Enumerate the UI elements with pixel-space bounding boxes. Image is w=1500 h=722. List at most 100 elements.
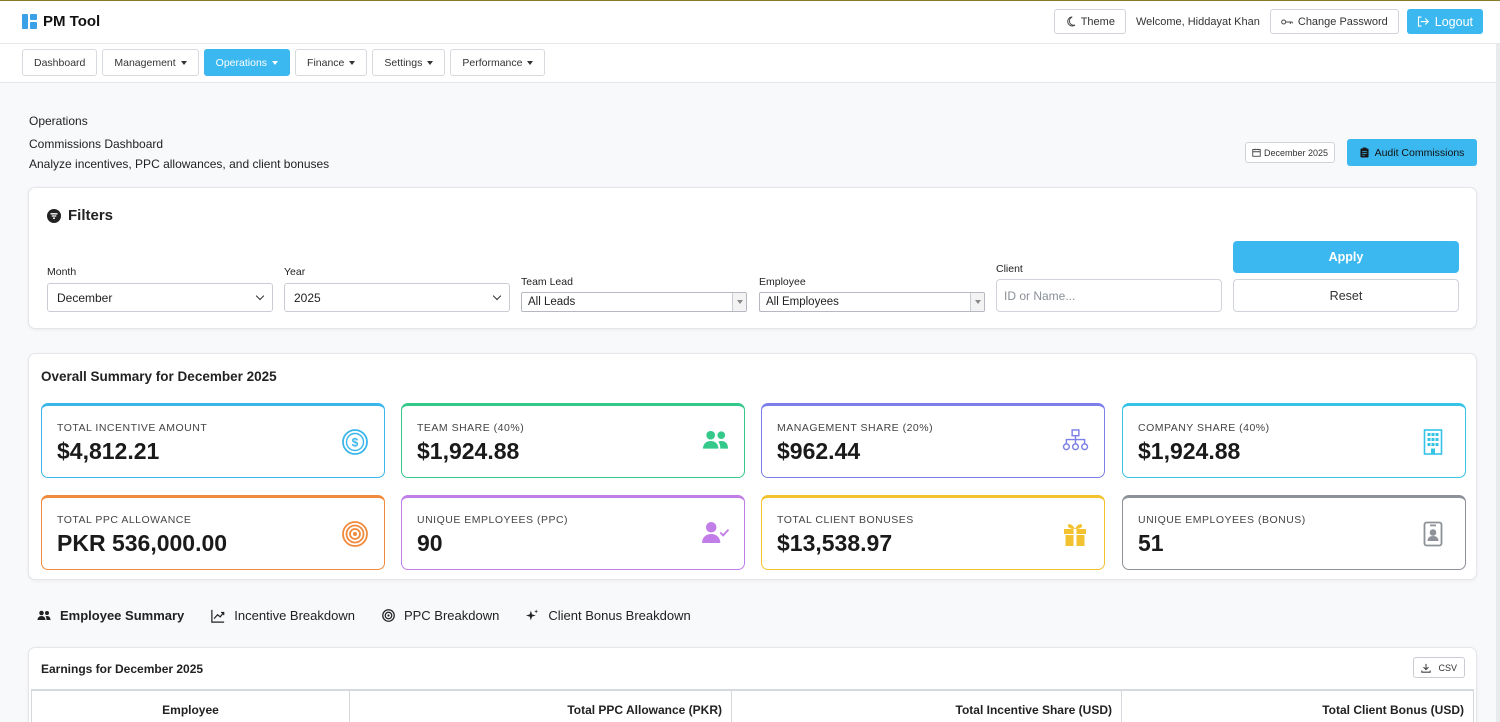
nav-item-finance[interactable]: Finance	[295, 49, 368, 76]
summary-title: Overall Summary for December 2025	[41, 369, 277, 384]
nav-item-label: Management	[114, 56, 176, 69]
tab-incentive-breakdown[interactable]: Incentive Breakdown	[211, 608, 355, 623]
client-placeholder: ID or Name...	[1004, 288, 1076, 303]
employee-value: All Employees	[766, 296, 839, 308]
column-header[interactable]: Employee	[31, 691, 350, 722]
key-icon	[1281, 19, 1293, 24]
stat-card: UNIQUE EMPLOYEES (BONUS) 51	[1122, 495, 1466, 570]
gift-icon	[1062, 521, 1088, 547]
change-password-button[interactable]: Change Password	[1269, 9, 1399, 34]
filters-panel: Filters Month December Year 2025 Team Le…	[28, 187, 1477, 329]
tab-client-bonus-breakdown[interactable]: Client Bonus Breakdown	[526, 608, 691, 623]
target-icon	[382, 609, 395, 622]
column-header[interactable]: Total PPC Allowance (PKR)	[350, 691, 732, 722]
stat-value: $1,924.88	[1138, 438, 1241, 464]
logout-icon	[1417, 16, 1429, 27]
stat-card: COMPANY SHARE (40%) $1,924.88	[1122, 403, 1466, 478]
caret-down-icon	[427, 60, 434, 65]
month-value: December	[57, 290, 113, 305]
logout-label: Logout	[1434, 14, 1473, 29]
tab-label: PPC Breakdown	[403, 608, 500, 623]
column-header[interactable]: Total Client Bonus (USD)	[1122, 691, 1474, 722]
tab-ppc-breakdown[interactable]: PPC Breakdown	[382, 608, 499, 623]
dropdown-arrow-icon	[732, 293, 746, 311]
csv-label: CSV	[1438, 662, 1457, 673]
id-badge-icon	[1423, 521, 1449, 547]
calendar-icon	[1252, 148, 1261, 157]
nav-item-dashboard[interactable]: Dashboard	[22, 49, 98, 76]
column-header[interactable]: Total Incentive Share (USD)	[732, 691, 1122, 722]
reset-button[interactable]: Reset	[1233, 279, 1459, 312]
change-password-label: Change Password	[1297, 15, 1388, 28]
stat-label: MANAGEMENT SHARE (20%)	[777, 422, 934, 434]
chart-line-icon	[211, 609, 225, 623]
month-select[interactable]: December	[47, 283, 273, 312]
breakdown-tabs: Employee Summary Incentive Breakdown PPC B…	[37, 608, 691, 623]
stat-value: $1,924.88	[417, 438, 520, 464]
breadcrumb: Operations	[29, 114, 88, 128]
team-lead-value: All Leads	[528, 296, 576, 308]
tab-label: Incentive Breakdown	[234, 608, 355, 623]
caret-down-icon	[272, 60, 279, 65]
earnings-panel: Earnings for December 2025 CSV Employee T…	[28, 647, 1477, 722]
nav-item-operations[interactable]: Operations	[203, 49, 291, 76]
nav-item-management[interactable]: Management	[102, 49, 199, 76]
app-logo-icon	[22, 14, 37, 29]
stat-value: 51	[1138, 530, 1164, 556]
sitemap-icon	[1062, 429, 1089, 455]
dropdown-arrow-icon	[970, 293, 984, 311]
stat-label: UNIQUE EMPLOYEES (PPC)	[417, 514, 569, 526]
nav-item-label: Dashboard	[34, 56, 86, 69]
year-label: Year	[284, 266, 306, 278]
theme-button[interactable]: Theme	[1053, 9, 1126, 34]
app-title: PM Tool	[43, 13, 101, 30]
scrollbar[interactable]	[1496, 44, 1500, 722]
moon-icon	[1066, 16, 1075, 27]
top-bar: PM Tool Theme Welcome, Hiddayat Khan Cha…	[0, 0, 1500, 44]
caret-down-icon	[527, 60, 534, 65]
stat-label: COMPANY SHARE (40%)	[1138, 422, 1270, 434]
stat-card: TOTAL CLIENT BONUSES $13,538.97	[761, 495, 1105, 570]
month-badge-label: December 2025	[1264, 147, 1329, 158]
apply-button[interactable]: Apply	[1233, 241, 1459, 273]
overall-summary-panel: Overall Summary for December 2025 TOTAL …	[28, 353, 1477, 580]
month-badge: December 2025	[1245, 142, 1336, 163]
earnings-title: Earnings for December 2025	[41, 662, 204, 676]
year-value: 2025	[294, 290, 321, 305]
team-lead-select[interactable]: All Leads	[521, 292, 747, 312]
tab-employee-summary[interactable]: Employee Summary	[37, 608, 184, 623]
stat-card: TEAM SHARE (40%) $1,924.88	[401, 403, 745, 478]
stat-card: MANAGEMENT SHARE (20%) $962.44	[761, 403, 1105, 478]
nav-item-settings[interactable]: Settings	[372, 49, 446, 76]
filters-heading: Filters	[47, 207, 113, 224]
target-icon	[342, 521, 368, 547]
stat-value: $13,538.97	[777, 530, 893, 556]
brand[interactable]: PM Tool	[22, 13, 100, 30]
theme-label: Theme	[1080, 15, 1115, 28]
logout-button[interactable]: Logout	[1406, 9, 1483, 34]
page-subtitle: Analyze incentives, PPC allowances, and …	[29, 157, 330, 171]
page-title: Commissions Dashboard	[29, 137, 164, 151]
stat-label: UNIQUE EMPLOYEES (BONUS)	[1138, 514, 1306, 526]
nav-item-label: Operations	[215, 56, 268, 69]
audit-commissions-button[interactable]: Audit Commissions	[1347, 139, 1477, 166]
stat-label: TOTAL INCENTIVE AMOUNT	[57, 422, 208, 434]
csv-export-button[interactable]: CSV	[1413, 657, 1465, 678]
stat-value: 90	[417, 530, 443, 556]
users-icon	[37, 610, 51, 621]
employee-select[interactable]: All Employees	[759, 292, 985, 312]
clipboard-icon	[1360, 147, 1369, 158]
chevron-down-icon	[492, 291, 502, 301]
stat-card: UNIQUE EMPLOYEES (PPC) 90	[401, 495, 745, 570]
filters-title: Filters	[68, 207, 114, 224]
client-input[interactable]: ID or Name...	[996, 279, 1222, 312]
building-icon	[1423, 429, 1449, 455]
stat-card: TOTAL INCENTIVE AMOUNT $4,812.21 $	[41, 403, 385, 478]
nav-item-performance[interactable]: Performance	[450, 49, 546, 76]
nav-item-label: Settings	[384, 56, 423, 69]
stat-label: TOTAL CLIENT BONUSES	[777, 514, 914, 526]
stat-label: TOTAL PPC ALLOWANCE	[57, 514, 192, 526]
year-select[interactable]: 2025	[284, 283, 510, 312]
nav-item-label: Performance	[462, 56, 523, 69]
team-lead-label: Team Lead	[521, 276, 573, 288]
